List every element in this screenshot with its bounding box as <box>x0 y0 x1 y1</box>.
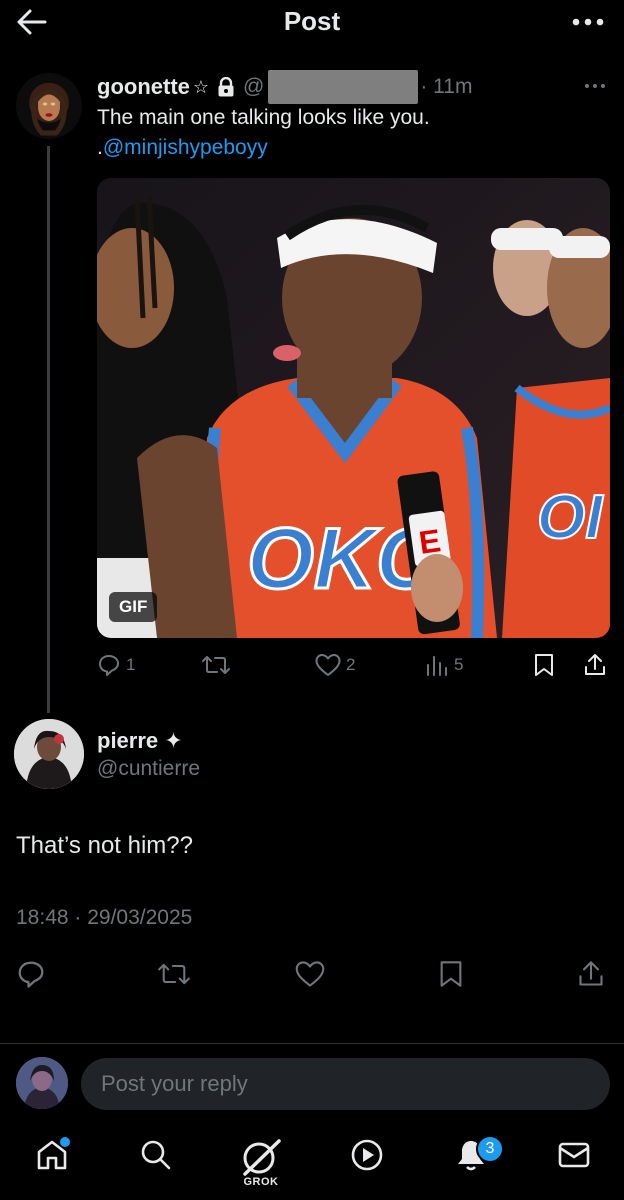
composer-divider <box>0 1043 624 1044</box>
thread-connector-line <box>47 146 50 713</box>
views-button[interactable]: 5 <box>425 650 463 680</box>
top-bar: Post <box>0 0 624 44</box>
post-time[interactable]: · 11m <box>420 75 472 99</box>
like-count: 2 <box>346 655 356 674</box>
share-button[interactable] <box>577 957 605 991</box>
like-button[interactable]: 2 <box>315 650 355 680</box>
sparkle-icon: ✦ <box>164 728 183 753</box>
nav-search[interactable] <box>128 1138 184 1194</box>
gif-preview-image: OI OKC E <box>97 178 610 638</box>
search-icon <box>141 1140 171 1170</box>
reply-author-name-row: pierre ✦ <box>97 728 183 754</box>
reply-author-handle[interactable]: @cuntierre <box>97 757 200 781</box>
reply-count: 1 <box>126 655 136 674</box>
bookmark-button[interactable] <box>438 957 464 991</box>
views-icon <box>427 656 447 676</box>
reply-author-avatar[interactable] <box>14 719 84 789</box>
reply-timestamp[interactable]: 18:48 · 29/03/2025 <box>16 906 192 930</box>
avatar-image <box>31 89 67 136</box>
bookmark-icon <box>440 961 462 987</box>
post-text: The main one talking looks like you. .@m… <box>97 103 457 163</box>
avatar-image <box>14 719 84 789</box>
more-horizontal-icon <box>572 18 604 26</box>
post-media-gif[interactable]: OI OKC E GIF <box>97 178 610 638</box>
reply-button[interactable]: 1 <box>97 650 135 680</box>
nav-grok[interactable]: GROK <box>233 1138 289 1194</box>
post-action-bar: 1 2 5 <box>97 650 610 680</box>
heart-icon <box>315 654 341 676</box>
share-icon <box>585 654 605 675</box>
repost-icon <box>158 963 190 985</box>
grok-icon <box>243 1139 281 1176</box>
like-button[interactable] <box>295 957 325 991</box>
reply-icon <box>99 655 119 676</box>
avatar-image <box>16 1057 68 1109</box>
views-count: 5 <box>454 655 464 674</box>
notifications-badge: 3 <box>476 1135 504 1163</box>
nav-home[interactable] <box>24 1138 80 1194</box>
post-header: goonette ☆ @ · 11m <box>97 70 472 104</box>
heart-icon <box>295 961 325 987</box>
post-author-avatar[interactable] <box>16 73 82 139</box>
repost-button[interactable] <box>202 650 235 680</box>
repost-button[interactable] <box>158 957 190 991</box>
share-button[interactable] <box>583 650 607 680</box>
current-user-avatar[interactable] <box>16 1057 68 1109</box>
star-icon: ☆ <box>192 76 210 97</box>
bookmark-icon <box>535 654 553 676</box>
reply-icon <box>18 961 44 988</box>
lock-icon <box>218 77 234 97</box>
svg-text:OI: OI <box>537 483 604 552</box>
page-title: Post <box>283 6 341 36</box>
reply-button[interactable] <box>16 957 46 991</box>
nav-video[interactable] <box>339 1138 395 1194</box>
gif-badge: GIF <box>109 592 158 622</box>
home-unread-dot <box>60 1137 70 1147</box>
mention-link[interactable]: @minjishypeboyy <box>103 136 268 159</box>
bookmark-button[interactable] <box>533 650 555 680</box>
post-more-button[interactable] <box>582 78 608 94</box>
post-author-name[interactable]: goonette <box>97 74 190 100</box>
reply-action-bar <box>0 957 624 991</box>
mail-icon <box>558 1142 590 1168</box>
post-author-handle[interactable]: @ <box>243 75 264 99</box>
redacted-handle <box>268 70 419 104</box>
repost-icon <box>202 656 230 674</box>
reply-author-name[interactable]: pierre <box>97 728 158 753</box>
grok-label: GROK <box>243 1176 279 1188</box>
nav-messages[interactable] <box>546 1138 602 1194</box>
share-icon <box>579 961 603 986</box>
reply-text: That’s not him?? <box>16 832 193 859</box>
more-horizontal-icon <box>585 84 605 88</box>
reply-input[interactable] <box>81 1058 610 1110</box>
bottom-navigation: GROK 3 <box>0 1130 624 1200</box>
more-options-button[interactable] <box>568 8 608 36</box>
play-icon <box>351 1139 383 1171</box>
